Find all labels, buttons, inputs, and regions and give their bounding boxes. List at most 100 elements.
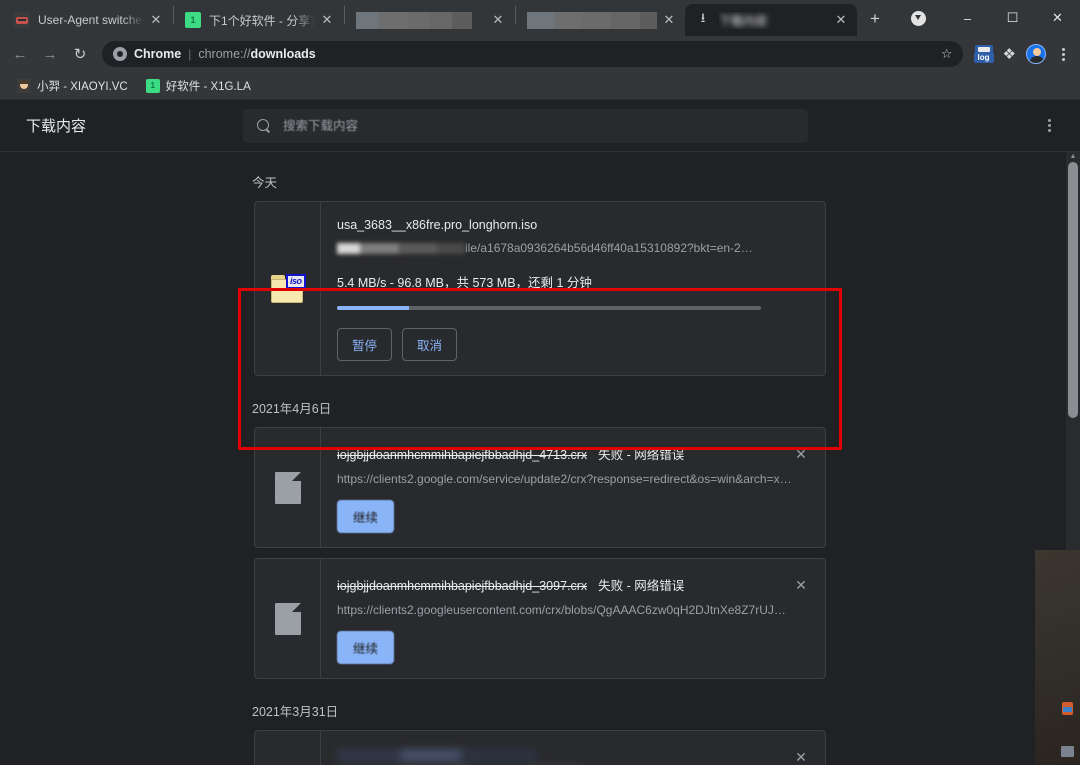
- blurred-tab-content: [527, 12, 657, 29]
- omnibox-divider: |: [188, 47, 191, 61]
- date-heading: 2021年4月6日: [252, 398, 1080, 417]
- tab-user-agent-switcher[interactable]: User-Agent switcher con ✕: [4, 4, 172, 36]
- blurred-url-part: [337, 243, 465, 254]
- download-url: https://clients2.googleusercontent.com/c…: [337, 603, 811, 617]
- generic-file-icon: [275, 472, 301, 504]
- x1g-site-icon: 1: [185, 12, 201, 28]
- retry-button[interactable]: 继续: [337, 631, 394, 664]
- bookmarks-bar: 小羿 - XIAOYI.VC 1 好软件 - X1G.LA: [0, 72, 1080, 100]
- omnibox-url-path: downloads: [250, 47, 315, 61]
- back-button[interactable]: ←: [6, 40, 34, 68]
- window-maximize-button[interactable]: ☐: [990, 2, 1035, 34]
- download-item-failed[interactable]: iojgbjjdoanmhcmmihbapiejfbbadhjd_3097.cr…: [254, 558, 826, 679]
- bookmark-xiaoyi[interactable]: 小羿 - XIAOYI.VC: [10, 75, 135, 97]
- chrome-icon: [113, 47, 127, 61]
- scroll-up-icon[interactable]: ▲: [1069, 154, 1077, 160]
- pause-button[interactable]: 暂停: [337, 328, 392, 361]
- download-title-row: iojgbjjdoanmhcmmihbapiejfbbadhjd_4713.cr…: [337, 444, 811, 463]
- tab-separator: [173, 6, 174, 24]
- window-minimize-button[interactable]: –: [945, 2, 990, 34]
- search-box[interactable]: [243, 109, 808, 143]
- tab-separator: [515, 6, 516, 24]
- tab-title: 下1个好软件 - 分享实用好: [209, 12, 315, 29]
- download-filename[interactable]: usa_3683__x86fre.pro_longhorn.iso: [337, 218, 811, 232]
- download-item-complete[interactable]: ZIP 在文件夹中显示 ✕: [254, 730, 826, 765]
- downloads-list: 今天 iso usa_3683__x86fre.pro_longhorn.iso…: [0, 152, 1080, 765]
- tab-downloads[interactable]: ⭳ 下载内容 ✕: [685, 4, 857, 36]
- logger-extension-icon[interactable]: log: [974, 45, 994, 63]
- face-avatar-icon: [17, 79, 31, 93]
- tab-close-icon[interactable]: ✕: [148, 12, 164, 28]
- logger-extension-badge: log: [974, 53, 994, 63]
- blurred-filename: [337, 749, 537, 762]
- download-url: ile/a1678a0936264b56d46ff40a15310892?bkt…: [465, 241, 753, 255]
- download-details: iojgbjjdoanmhcmmihbapiejfbbadhjd_4713.cr…: [321, 428, 825, 547]
- page-title: 下载内容: [18, 115, 243, 136]
- file-icon-cell: ZIP: [255, 731, 321, 765]
- download-progress-text: 5.4 MB/s - 96.8 MB，共 573 MB，还剩 1 分钟: [337, 272, 811, 291]
- search-input[interactable]: [283, 119, 794, 133]
- downloads-more-menu-icon[interactable]: [1036, 113, 1062, 139]
- blurred-tab-content: [356, 12, 486, 29]
- search-icon: [257, 119, 271, 133]
- date-heading: 2021年3月31日: [252, 701, 1080, 720]
- download-filename[interactable]: iojgbjjdoanmhcmmihbapiejfbbadhjd_4713.cr…: [337, 448, 587, 462]
- scrollbar-thumb[interactable]: [1068, 162, 1078, 418]
- extensions-puzzle-icon[interactable]: ❖: [1003, 45, 1016, 63]
- bookmark-label: 小羿 - XIAOYI.VC: [37, 78, 128, 94]
- download-item-in-progress[interactable]: iso usa_3683__x86fre.pro_longhorn.iso il…: [254, 201, 826, 376]
- window-controls: – ☐ ✕: [905, 0, 1080, 36]
- tab-blurred-2[interactable]: ✕: [517, 4, 685, 36]
- tab-close-icon[interactable]: ✕: [490, 12, 506, 28]
- iso-folder-icon: iso: [271, 275, 305, 303]
- tab-blurred-1[interactable]: ✕: [346, 4, 514, 36]
- desktop-icon-1: [1062, 702, 1073, 715]
- cancel-button[interactable]: 取消: [402, 328, 457, 361]
- download-details: 在文件夹中显示: [321, 731, 825, 765]
- reload-button[interactable]: ↻: [66, 40, 94, 68]
- download-icon: ⭳: [695, 12, 711, 28]
- desktop-background-peek: [1035, 550, 1080, 765]
- forward-button[interactable]: →: [36, 40, 64, 68]
- x1g-icon: 1: [146, 79, 160, 93]
- tab-strip: User-Agent switcher con ✕ 1 下1个好软件 - 分享实…: [0, 0, 1080, 36]
- download-details: iojgbjjdoanmhcmmihbapiejfbbadhjd_3097.cr…: [321, 559, 825, 678]
- tab-close-icon[interactable]: ✕: [833, 12, 849, 28]
- bookmark-star-icon[interactable]: ☆: [941, 46, 953, 62]
- remove-item-icon[interactable]: ✕: [791, 575, 811, 595]
- remove-item-icon[interactable]: ✕: [791, 747, 811, 765]
- new-tab-button[interactable]: +: [861, 5, 889, 33]
- browser-toolbar: ← → ↻ Chrome | chrome://downloads ☆ log …: [0, 36, 1080, 72]
- tab-title: 下载内容: [719, 12, 829, 29]
- tab-close-icon[interactable]: ✕: [319, 12, 335, 28]
- download-details: usa_3683__x86fre.pro_longhorn.iso ile/a1…: [321, 202, 825, 375]
- retry-button[interactable]: 继续: [337, 500, 394, 533]
- file-icon-cell: [255, 428, 321, 547]
- chrome-menu-icon[interactable]: [1052, 41, 1074, 67]
- desktop-icon-2: [1061, 746, 1074, 757]
- user-agent-switcher-icon: [14, 12, 30, 28]
- downloads-page: 下载内容 今天 iso usa_3683__x86fre.pro_longhor…: [0, 100, 1080, 765]
- download-status: 失败 - 网络错误: [598, 575, 684, 594]
- download-filename[interactable]: iojgbjjdoanmhcmmihbapiejfbbadhjd_3097.cr…: [337, 579, 587, 593]
- bookmark-x1g[interactable]: 1 好软件 - X1G.LA: [139, 75, 258, 97]
- download-url-row: ile/a1678a0936264b56d46ff40a15310892?bkt…: [337, 241, 811, 255]
- generic-file-icon: [275, 603, 301, 635]
- download-url: https://clients2.google.com/service/upda…: [337, 472, 811, 486]
- downloads-header: 下载内容: [0, 100, 1080, 152]
- omnibox-scheme-label: Chrome: [134, 47, 181, 61]
- omnibox-url-prefix: chrome://: [198, 47, 250, 61]
- tab-close-icon[interactable]: ✕: [661, 12, 677, 28]
- profile-avatar[interactable]: [1026, 44, 1046, 64]
- window-close-button[interactable]: ✕: [1035, 2, 1080, 34]
- tab-separator: [344, 6, 345, 24]
- profile-chip-icon[interactable]: [905, 5, 931, 31]
- download-status: 失败 - 网络错误: [598, 444, 684, 463]
- remove-item-icon[interactable]: ✕: [791, 444, 811, 464]
- tab-x1g-site[interactable]: 1 下1个好软件 - 分享实用好 ✕: [175, 4, 343, 36]
- date-heading: 今天: [252, 172, 1080, 191]
- download-item-failed[interactable]: iojgbjjdoanmhcmmihbapiejfbbadhjd_4713.cr…: [254, 427, 826, 548]
- omnibox-url: chrome://downloads: [198, 47, 315, 61]
- address-bar[interactable]: Chrome | chrome://downloads ☆: [102, 41, 963, 67]
- iso-badge-label: iso: [286, 274, 306, 289]
